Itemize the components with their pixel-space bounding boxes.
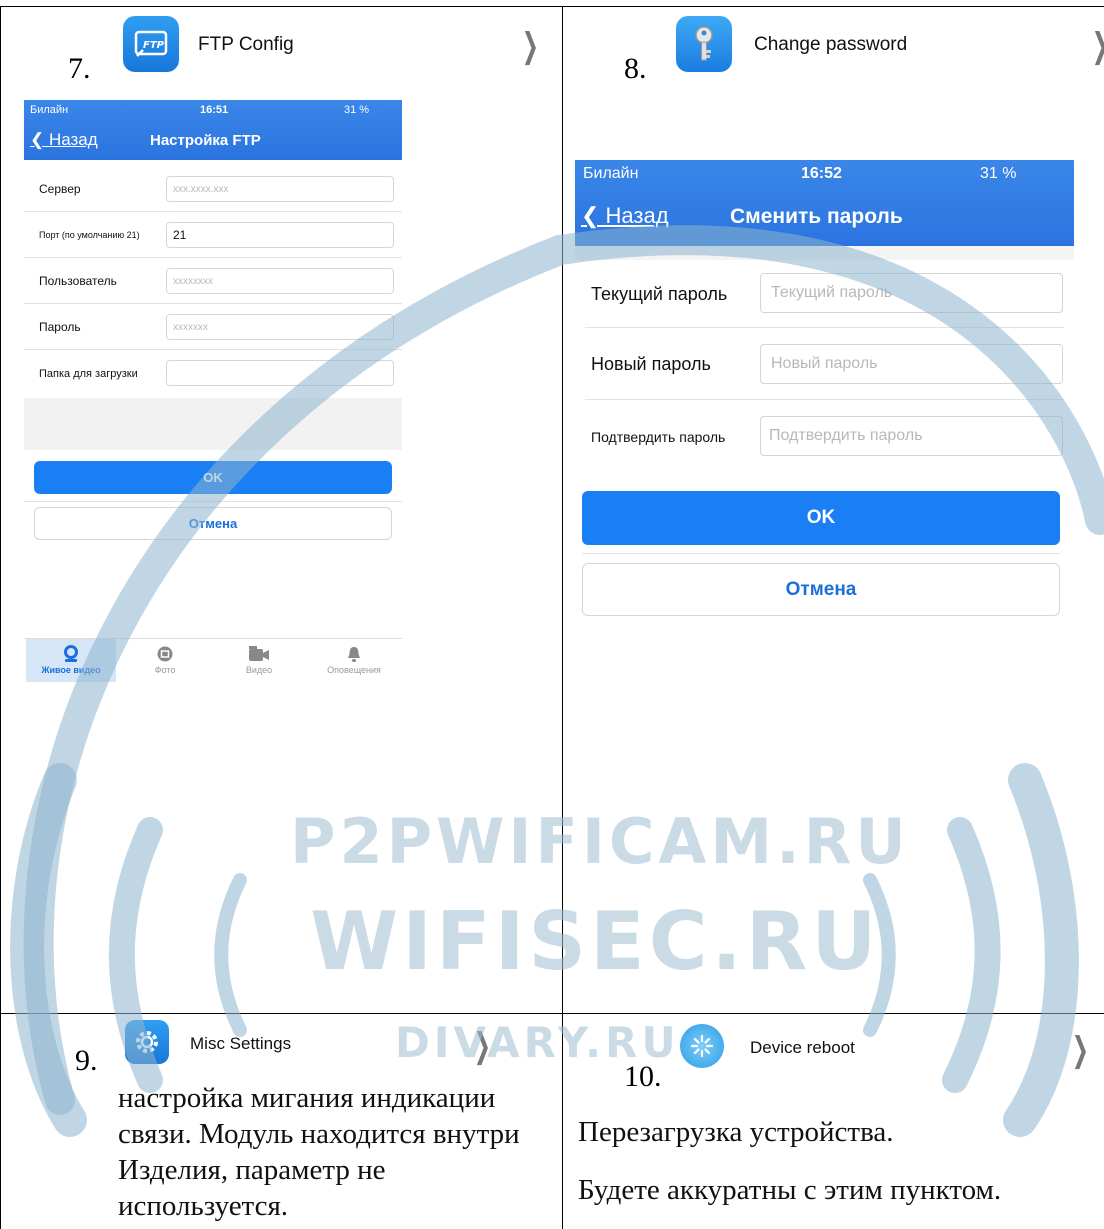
form-row-confirm-password: Подтвердить пароль Подтвердить пароль [585, 400, 1064, 472]
nav-title: Настройка FTP [150, 132, 261, 149]
bell-icon [348, 647, 360, 662]
cell-7-title: FTP Config [198, 34, 294, 55]
key-icon [676, 16, 732, 72]
form-row-current-password: Текущий пароль Текущий пароль [585, 260, 1064, 328]
form-row-port: Порт (по умолчанию 21) 21 [24, 212, 402, 258]
status-carrier: Билайн [30, 104, 69, 116]
watermark-text-1: P2PWIFICAM.RU [290, 805, 910, 878]
table-row-border [0, 1013, 1104, 1014]
folder-input[interactable] [166, 360, 394, 386]
table-middle-border [562, 6, 563, 1229]
ok-button[interactable]: OK [34, 461, 392, 494]
cell-9-number: 9. [75, 1044, 98, 1077]
status-carrier: Билайн [583, 165, 639, 182]
cell-9-description: настройка мигания индикации связи. Модул… [118, 1082, 520, 1222]
new-password-input[interactable]: Новый пароль [760, 344, 1063, 384]
cell-9-title: Misc Settings [190, 1034, 292, 1053]
password-navbar: Билайн 16:52 31 % ❮ Назад Сменить пароль [575, 160, 1074, 246]
status-time: 16:51 [200, 104, 229, 116]
new-password-label: Новый пароль [591, 354, 711, 374]
chevron-right-icon[interactable]: ❯ [474, 1026, 491, 1066]
current-password-label: Текущий пароль [591, 284, 728, 304]
chevron-right-icon[interactable]: ❯ [1092, 26, 1104, 66]
status-time: 16:52 [801, 165, 842, 182]
password-label: Пароль [39, 320, 81, 334]
reboot-icon [680, 1024, 724, 1068]
tab-video[interactable]: Видео [214, 639, 304, 682]
cell-10-line2: Будете аккуратны с этим пунктом. [578, 1174, 1002, 1206]
tab-live-video-label: Живое видео [41, 665, 101, 675]
cell-8-number: 8. [624, 52, 647, 85]
server-input[interactable]: xxx.xxxx.xxx [166, 176, 394, 202]
form-row-folder: Папка для загрузки [24, 350, 402, 396]
password-input[interactable]: xxxxxxx [166, 314, 394, 340]
svg-text:FTP: FTP [143, 40, 165, 51]
tab-photo-label: Фото [154, 665, 176, 675]
user-label: Пользователь [39, 274, 117, 288]
photo-icon [157, 646, 173, 662]
server-label: Сервер [39, 182, 81, 196]
cell-8-title: Change password [754, 34, 908, 55]
tab-alerts[interactable]: Оповещения [308, 639, 400, 682]
form-row-user: Пользователь xxxxxxxx [24, 258, 402, 304]
nav-title: Сменить пароль [730, 205, 903, 228]
section-divider [24, 398, 402, 450]
divider [582, 553, 1060, 554]
live-video-icon [64, 645, 78, 662]
table-top-border [0, 6, 1104, 7]
table-left-border [0, 6, 1, 1229]
cell-10-title: Device reboot [750, 1038, 855, 1057]
chevron-right-icon[interactable]: ❯ [522, 26, 539, 66]
ok-button[interactable]: OK [582, 491, 1060, 545]
back-button[interactable]: ❮ Назад [30, 130, 98, 150]
form-row-new-password: Новый пароль Новый пароль [585, 328, 1064, 400]
tab-live-video[interactable]: Живое видео [26, 639, 116, 682]
header-spacer [575, 246, 1074, 260]
form-row-password: Пароль xxxxxxx [24, 304, 402, 350]
current-password-input[interactable]: Текущий пароль [760, 273, 1063, 313]
cell-10-number: 10. [624, 1060, 662, 1093]
cell-7-number: 7. [68, 52, 91, 85]
ftp-navbar: Билайн 16:51 31 % ❮ Назад Настройка FTP [24, 100, 402, 160]
user-input[interactable]: xxxxxxxx [166, 268, 394, 294]
confirm-password-input[interactable]: Подтвердить пароль [760, 416, 1063, 456]
cell-10-line1: Перезагрузка устройства. [578, 1116, 894, 1148]
watermark-text-2: WIFISEC.RU [310, 895, 881, 988]
tab-photo[interactable]: Фото [120, 639, 210, 682]
confirm-password-label: Подтвердить пароль [591, 429, 726, 445]
port-label: Порт (по умолчанию 21) [39, 230, 140, 240]
ftp-config-screen: Билайн 16:51 31 % ❮ Назад Настройка FTP … [24, 100, 402, 682]
gear-icon [125, 1020, 169, 1064]
folder-label: Папка для загрузки [39, 368, 138, 380]
tab-bar: Живое видео Фото Видео Оповещения [24, 638, 402, 682]
tab-alerts-label: Оповещения [327, 665, 381, 675]
port-input[interactable]: 21 [166, 222, 394, 248]
change-password-screen: Билайн 16:52 31 % ❮ Назад Сменить пароль… [575, 160, 1074, 630]
video-camera-icon [249, 646, 269, 661]
form-row-server: Сервер xxx.xxxx.xxx [24, 168, 402, 212]
chevron-right-icon[interactable]: ❯ [1072, 1030, 1089, 1070]
cancel-button[interactable]: Отмена [582, 563, 1060, 616]
back-button[interactable]: ❮ Назад [581, 203, 669, 229]
status-battery: 31 % [980, 165, 1017, 182]
cancel-button[interactable]: Отмена [34, 507, 392, 540]
ftp-icon: FTP [123, 16, 179, 72]
divider [24, 501, 402, 502]
status-battery: 31 % [344, 104, 370, 116]
tab-video-label: Видео [245, 665, 273, 675]
